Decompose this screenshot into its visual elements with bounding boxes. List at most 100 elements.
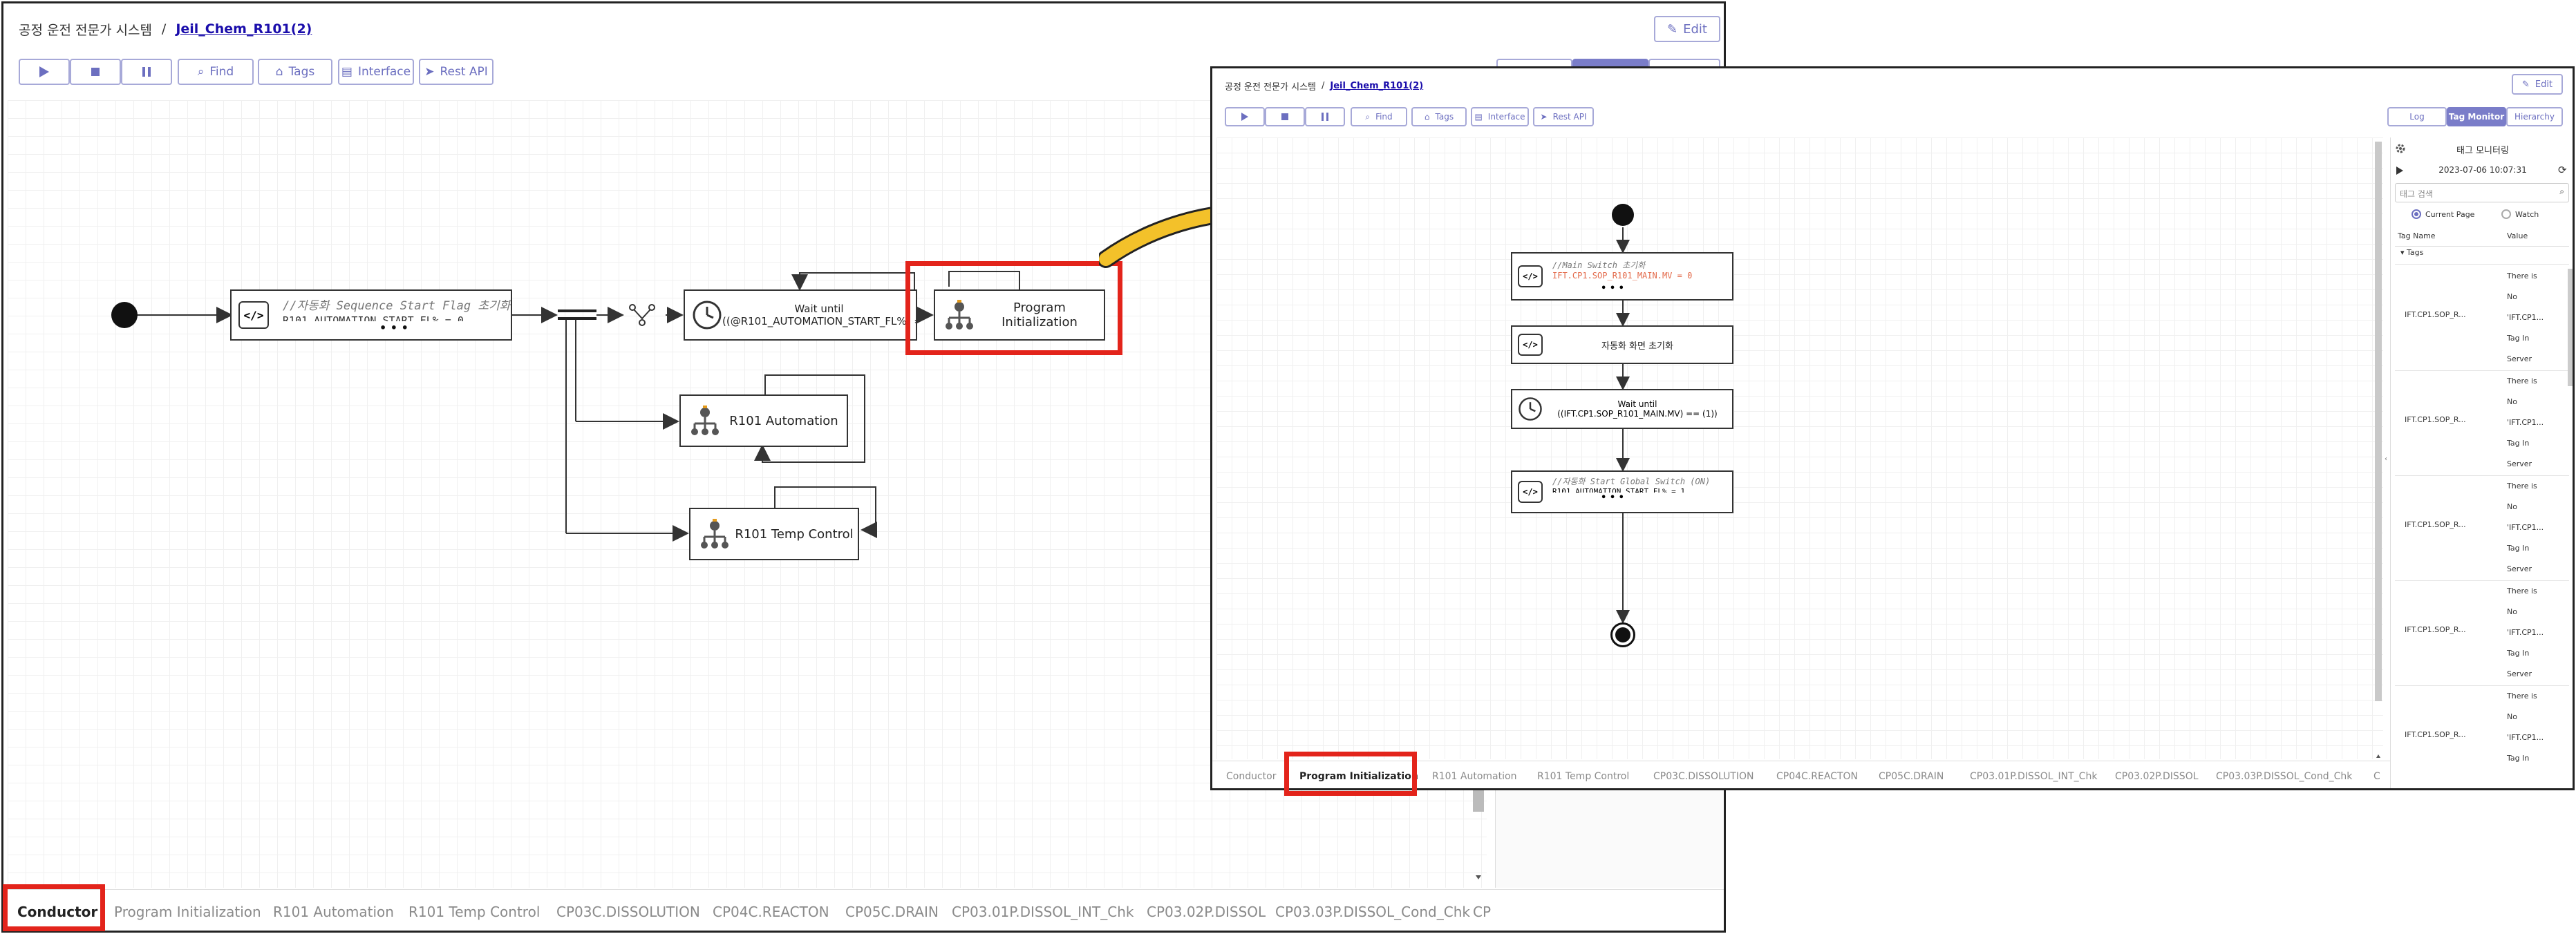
script-icon: </> — [1518, 265, 1543, 287]
pause-icon — [142, 67, 151, 77]
tab-cp04c-reacton[interactable]: CP04C.REACTON — [713, 904, 829, 920]
tab-overflow[interactable]: CP — [1473, 904, 1491, 920]
project-link[interactable]: Jeil_Chem_R101(2) — [176, 21, 312, 37]
play-icon — [39, 66, 49, 77]
tab-r101-temp-control[interactable]: R101 Temp Control — [408, 904, 540, 920]
table-row[interactable]: IFT.CP1.SOP_R... There is No 'IFT.CP1...… — [2395, 686, 2569, 788]
log-tab[interactable]: Log — [2387, 107, 2447, 126]
script-line: IFT.CP1.SOP_R101_MAIN.MV = 0 — [1552, 271, 1693, 280]
stop-button[interactable] — [70, 59, 121, 85]
clock-icon — [1519, 397, 1542, 421]
stop-button[interactable] — [1265, 107, 1305, 126]
search-icon: ⌕ — [197, 65, 205, 79]
wait-until-node[interactable]: Wait until ((@R101_AUTOMATION_START_FL%)… — [684, 289, 917, 341]
find-button[interactable]: ⌕ Find — [1351, 107, 1407, 126]
rest-api-button[interactable]: ➤ Rest API — [1533, 107, 1594, 126]
tab-r101-automation[interactable]: R101 Automation — [273, 904, 394, 920]
interface-icon: ▤ — [341, 65, 352, 79]
find-button[interactable]: ⌕ Find — [178, 59, 254, 85]
r101-temp-control-node[interactable]: R101 Temp Control — [689, 508, 859, 560]
tag-table-scrollbar[interactable] — [2568, 269, 2573, 386]
tab-program-initialization[interactable]: Program Initialization — [114, 904, 261, 920]
table-row[interactable]: IFT.CP1.SOP_R... There is No 'IFT.CP1...… — [2395, 371, 2569, 476]
interface-button[interactable]: ▤ Interface — [1471, 107, 1529, 126]
breadcrumb-separator: / — [1322, 80, 1325, 91]
tab-r101-temp-control[interactable]: R101 Temp Control — [1537, 771, 1629, 782]
start-node[interactable] — [111, 302, 138, 328]
clock-icon — [693, 301, 722, 330]
tab-cp03-02p[interactable]: CP03.02P.DISSOL — [1147, 904, 1266, 920]
rest-api-button[interactable]: ➤ Rest API — [419, 59, 493, 85]
tab-conductor[interactable]: Conductor — [1226, 771, 1276, 782]
edit-button[interactable]: ✎ Edit — [2512, 74, 2563, 95]
tab-cp05c-drain[interactable]: CP05C.DRAIN — [845, 904, 939, 920]
subprogram-icon — [691, 406, 719, 435]
pause-button[interactable] — [1305, 107, 1345, 126]
tag-search-input[interactable]: 태그 검색 ⌕ — [2395, 183, 2569, 202]
play-button[interactable] — [19, 59, 70, 85]
wait-until-node[interactable]: Wait until ((IFT.CP1.SOP_R101_MAIN.MV) =… — [1511, 389, 1733, 429]
breadcrumb: 공정 운전 전문가 시스템 / Jeil_Chem_R101(2) — [19, 19, 312, 39]
table-row[interactable]: IFT.CP1.SOP_R... There is No 'IFT.CP1...… — [2395, 476, 2569, 581]
tab-cp03-03p[interactable]: CP03.03P.DISSOL_Cond_Chk — [1275, 904, 1470, 920]
script-node-start-global-switch[interactable]: </> //자동화 Start Global Switch (ON) R101_… — [1511, 470, 1733, 513]
script-line: R101_AUTOMATION_START_FL% = 1 — [1552, 487, 1686, 493]
script-comment: //자동화 Sequence Start Flag 초기화 — [283, 299, 511, 313]
edit-icon: ✎ — [1667, 21, 1678, 37]
script-node-start-flag[interactable]: </> //자동화 Sequence Start Flag 초기화 R101_A… — [230, 289, 512, 341]
pause-button[interactable] — [121, 59, 172, 85]
breadcrumb-separator: / — [161, 21, 167, 37]
tab-r101-automation[interactable]: R101 Automation — [1432, 771, 1516, 782]
pause-icon — [1322, 113, 1328, 121]
interface-icon: ▤ — [1474, 112, 1483, 122]
send-icon: ➤ — [1540, 112, 1548, 122]
flow-canvas[interactable]: </> //Main Switch 초기화 IFT.CP1.SOP_R101_M… — [1216, 137, 2383, 759]
subprogram-icon — [701, 519, 728, 549]
tag-monitor-panel: 태그 모니터링 2023-07-06 10:07:31 ⟳ 태그 검색 ⌕ Cu… — [2390, 137, 2573, 788]
script-ellipsis: • • • — [1601, 493, 1624, 503]
r101-automation-node[interactable]: R101 Automation — [679, 394, 848, 447]
tab-cp05c-drain[interactable]: CP05C.DRAIN — [1879, 771, 1944, 782]
tab-cp03-02p[interactable]: CP03.02P.DISSOL — [2115, 771, 2199, 782]
project-link[interactable]: Jeil_Chem_R101(2) — [1330, 81, 1423, 91]
tab-cp03-03p[interactable]: CP03.03P.DISSOL_Cond_Chk — [2216, 771, 2352, 782]
stop-icon — [1281, 113, 1288, 120]
system-title: 공정 운전 전문가 시스템 — [19, 22, 152, 38]
flow-connectors — [1616, 142, 2382, 758]
tag-group-row[interactable]: ▾ Tags — [2395, 248, 2569, 265]
play-button[interactable] — [1225, 107, 1265, 126]
table-row[interactable]: IFT.CP1.SOP_R... There is No 'IFT.CP1...… — [2395, 581, 2569, 686]
tab-overflow[interactable]: C — [2373, 771, 2380, 782]
start-node[interactable] — [1612, 204, 1634, 226]
right-window: 공정 운전 전문가 시스템 / Jeil_Chem_R101(2) ✎ Edit… — [1210, 66, 2575, 790]
hierarchy-tab[interactable]: Hierarchy — [2506, 107, 2563, 126]
panel-collapse-handle[interactable]: ‹ — [2385, 455, 2390, 469]
radio-watch[interactable]: Watch — [2501, 209, 2539, 219]
stop-icon — [91, 68, 100, 76]
timestamp: 2023-07-06 10:07:31 — [2438, 165, 2527, 175]
interface-button[interactable]: ▤ Interface — [338, 59, 414, 85]
auto-screen-init-node[interactable]: </> 자동화 화면 초기화 — [1511, 325, 1733, 364]
script-icon: </> — [1518, 481, 1543, 503]
play-icon — [1241, 113, 1248, 121]
tab-cp03c-dissolution[interactable]: CP03C.DISSOLUTION — [1653, 771, 1754, 782]
script-icon: </> — [1518, 334, 1543, 356]
script-ellipsis: • • • — [1601, 283, 1624, 294]
table-row[interactable]: IFT.CP1.SOP_R... There is No 'IFT.CP1...… — [2395, 266, 2569, 371]
wait-title: Wait until — [1617, 399, 1657, 409]
tab-cp03-01p[interactable]: CP03.01P.DISSOL_INT_Chk — [952, 904, 1134, 920]
edit-button[interactable]: ✎ Edit — [1654, 16, 1720, 42]
tags-button[interactable]: ⌂ Tags — [258, 59, 332, 85]
tag-monitor-tab[interactable]: Tag Monitor — [2447, 107, 2506, 126]
script-node-main-switch[interactable]: </> //Main Switch 초기화 IFT.CP1.SOP_R101_M… — [1511, 252, 1733, 301]
tags-button[interactable]: ⌂ Tags — [1411, 107, 1467, 126]
tab-cp03c-dissolution[interactable]: CP03C.DISSOLUTION — [556, 904, 700, 920]
fork-icon — [629, 304, 655, 326]
radio-current-page[interactable]: Current Page — [2412, 209, 2474, 219]
tab-cp04c-reacton[interactable]: CP04C.REACTON — [1776, 771, 1858, 782]
col-tag-name: Tag Name — [2398, 231, 2436, 240]
highlight-conductor-tab — [3, 884, 105, 931]
end-node[interactable] — [1610, 622, 1635, 647]
tab-cp03-01p[interactable]: CP03.01P.DISSOL_INT_Chk — [1970, 771, 2097, 782]
refresh-icon[interactable]: ⟳ — [2558, 164, 2567, 176]
